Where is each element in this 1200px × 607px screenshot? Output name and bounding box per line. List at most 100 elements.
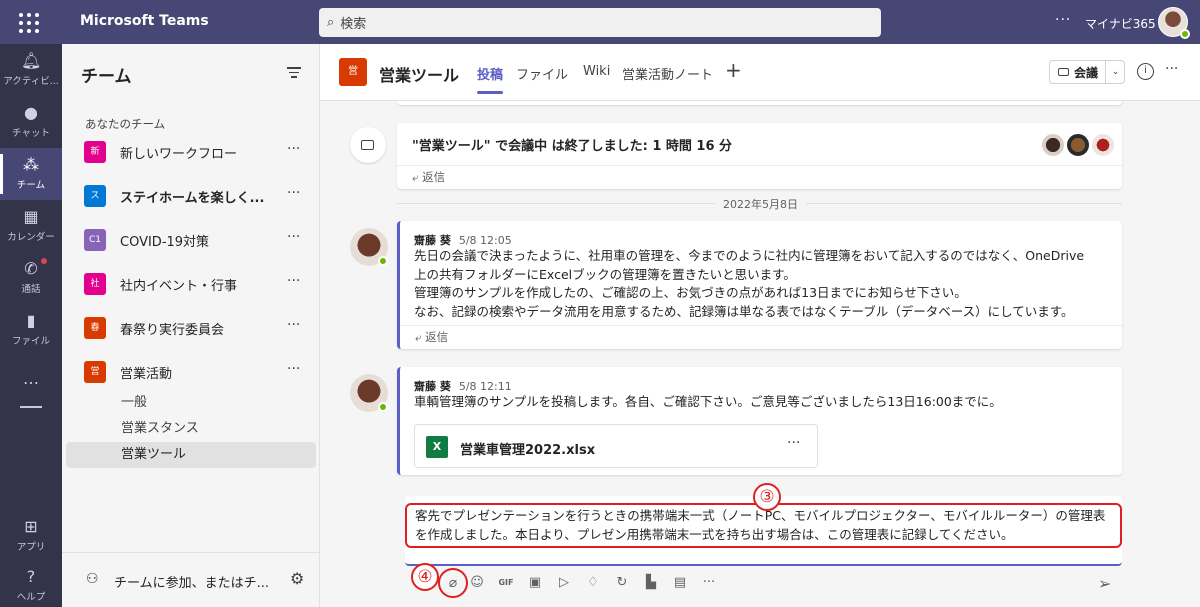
rail-label: アクティビ... [3, 76, 59, 87]
tab-wiki[interactable]: Wiki [583, 64, 610, 79]
tab-files[interactable]: ファイル [516, 64, 568, 83]
meet-label: 会議 [1074, 65, 1099, 80]
meet-now-icon[interactable]: ▷ [555, 574, 573, 592]
team-item[interactable]: 新新しいワークフロー ··· [62, 133, 320, 171]
team-name: ステイホームを楽しく... [120, 191, 265, 206]
message-card: 齋藤 葵 5/8 12:11 車輌管理簿のサンプルを投稿します。各自、ご確認下さい… [397, 367, 1122, 475]
more-icon[interactable]: ··· [287, 361, 300, 377]
search-input[interactable]: ⌕ 検索 [319, 8, 881, 37]
reply-label: 返信 [422, 170, 446, 184]
tab-notes[interactable]: 営業活動ノート [622, 64, 713, 83]
info-icon[interactable]: i [1137, 63, 1154, 80]
attachment-name: 営業車管理2022.xlsx [460, 443, 596, 458]
team-item[interactable]: 営営業活動 ··· [62, 353, 320, 391]
more-icon: … [23, 369, 39, 388]
file-icon: ▮ [26, 311, 36, 330]
reply-button[interactable]: ⤶ 返信 [400, 325, 1125, 349]
attach-file-icon[interactable]: ⌀ [438, 568, 468, 598]
rail-item-calendar[interactable]: ▦ カレンダー [0, 200, 62, 252]
channel-name: 営業ツール [379, 66, 460, 85]
chat-icon: ● [24, 103, 38, 122]
phone-icon: ✆ [24, 259, 38, 278]
team-name: 新しいワークフロー [120, 147, 238, 162]
app-launcher-icon[interactable] [14, 9, 42, 35]
team-name: COVID-19対策 [120, 235, 210, 250]
gear-icon[interactable]: ⚙ [290, 569, 304, 588]
send-icon[interactable]: ➢ [1098, 574, 1111, 593]
gif-icon[interactable]: GIF [497, 574, 515, 592]
participant-avatar [1090, 132, 1116, 158]
rail-label: アプリ [16, 542, 46, 553]
help-icon: ? [26, 567, 36, 586]
presence-available-icon [378, 402, 388, 412]
more-icon[interactable]: ··· [787, 435, 800, 451]
rail-label: チーム [16, 180, 46, 191]
meeting-text: "営業ツール" で会議中 は終了しました: 1 時間 16 分 [412, 139, 733, 154]
rail-more-apps[interactable]: … [0, 362, 62, 392]
rail-label: ファイル [11, 336, 50, 347]
rail-item-activity[interactable]: 🔔︎ アクティビ... [0, 44, 62, 96]
more-icon[interactable]: ··· [700, 574, 718, 592]
posts-feed: "営業ツール" で会議中 は終了しました: 1 時間 16 分 ⤶ 返信 202… [320, 101, 1200, 607]
meeting-card: "営業ツール" で会議中 は終了しました: 1 時間 16 分 ⤶ 返信 [397, 123, 1122, 189]
approvals-icon[interactable]: ▙ [642, 574, 660, 592]
more-icon[interactable]: ··· [287, 141, 300, 157]
chevron-down-icon[interactable]: ⌄ [1105, 60, 1125, 84]
user-name: マイナビ365 [1085, 17, 1156, 31]
team-item[interactable]: スステイホームを楽しく... ··· [62, 177, 320, 215]
apps-icon: ⊞ [24, 517, 38, 536]
team-tile: 社 [84, 273, 106, 295]
forms-icon[interactable]: ▤ [671, 574, 689, 592]
add-tab-icon[interactable]: + [725, 58, 742, 82]
rail-item-chat[interactable]: ● チャット [0, 96, 62, 148]
more-options-icon[interactable]: ··· [1165, 61, 1178, 77]
notification-dot [41, 258, 47, 264]
search-placeholder: 検索 [340, 17, 367, 32]
rail-item-teams[interactable]: ⁂ チーム [0, 148, 62, 200]
presence-available-icon [1180, 29, 1190, 39]
emoji-icon[interactable]: ☺ [468, 574, 486, 592]
channel-item[interactable]: 一般 [66, 390, 316, 416]
join-team[interactable]: ⚇ チームに参加、またはチ... ⚙ [62, 552, 320, 607]
channel-item-active[interactable]: 営業ツール [66, 442, 316, 468]
annotation-marker-3: ③ [753, 483, 781, 511]
message-author: 齋藤 葵 5/8 12:11 [414, 378, 512, 394]
team-item[interactable]: 社社内イベント・行事 ··· [62, 265, 320, 303]
annotation-marker-4: ④ [411, 563, 439, 591]
more-icon[interactable]: ··· [287, 273, 300, 289]
rail-item-calls[interactable]: ✆ 通話 [0, 252, 62, 304]
loop-icon[interactable]: ↻ [613, 574, 631, 592]
rail-item-help[interactable]: ? ヘルプ [0, 560, 62, 607]
file-attachment[interactable]: X 営業車管理2022.xlsx ··· [414, 424, 818, 468]
sticker-icon[interactable]: ▣ [526, 574, 544, 592]
team-item[interactable]: C1 COVID-19対策 ··· [62, 221, 320, 259]
date-label: 2022年5月8日 [715, 196, 806, 212]
message-body: 先日の会議で決まったように、社用車の管理を、今までのように社内に管理簿をおいて記… [414, 248, 1085, 319]
message-time: 5/8 12:05 [458, 234, 512, 247]
message-body: 車輌管理簿のサンプルを投稿します。各自、ご確認下さい。ご意見等ございましたら13… [414, 394, 1002, 409]
more-icon[interactable]: ··· [287, 185, 300, 201]
teams-panel: チーム あなたのチーム 新新しいワークフロー ··· スステイホームを楽しく...… [62, 44, 320, 607]
praise-icon[interactable]: ♢ [584, 574, 602, 592]
teams-icon: ⁂ [23, 155, 39, 174]
excel-icon: X [426, 436, 448, 458]
more-icon[interactable]: ··· [287, 229, 300, 245]
rail-item-files[interactable]: ▮ ファイル [0, 304, 62, 356]
rail-label: カレンダー [7, 232, 55, 243]
app-rail: 🔔︎ アクティビ... ● チャット ⁂ チーム ▦ カレンダー ✆ 通話 ▮ ファイル …… [0, 44, 62, 607]
channel-item[interactable]: 営業スタンス [66, 416, 316, 442]
rail-label: ヘルプ [16, 592, 46, 603]
participant-avatar [1040, 132, 1066, 158]
more-icon[interactable]: ··· [287, 317, 300, 333]
video-icon [1058, 68, 1069, 76]
team-tile: 春 [84, 317, 106, 339]
tab-posts[interactable]: 投稿 [477, 64, 504, 94]
team-item[interactable]: 春春祭り実行委員会 ··· [62, 309, 320, 347]
more-options-icon[interactable]: ··· [1055, 12, 1071, 28]
previous-post-card [397, 101, 1122, 105]
rail-label: 通話 [21, 284, 41, 295]
reply-button[interactable]: ⤶ 返信 [397, 165, 1122, 189]
team-tile: 営 [84, 361, 106, 383]
filter-icon[interactable] [287, 67, 301, 79]
rail-item-apps[interactable]: ⊞ アプリ [0, 510, 62, 562]
